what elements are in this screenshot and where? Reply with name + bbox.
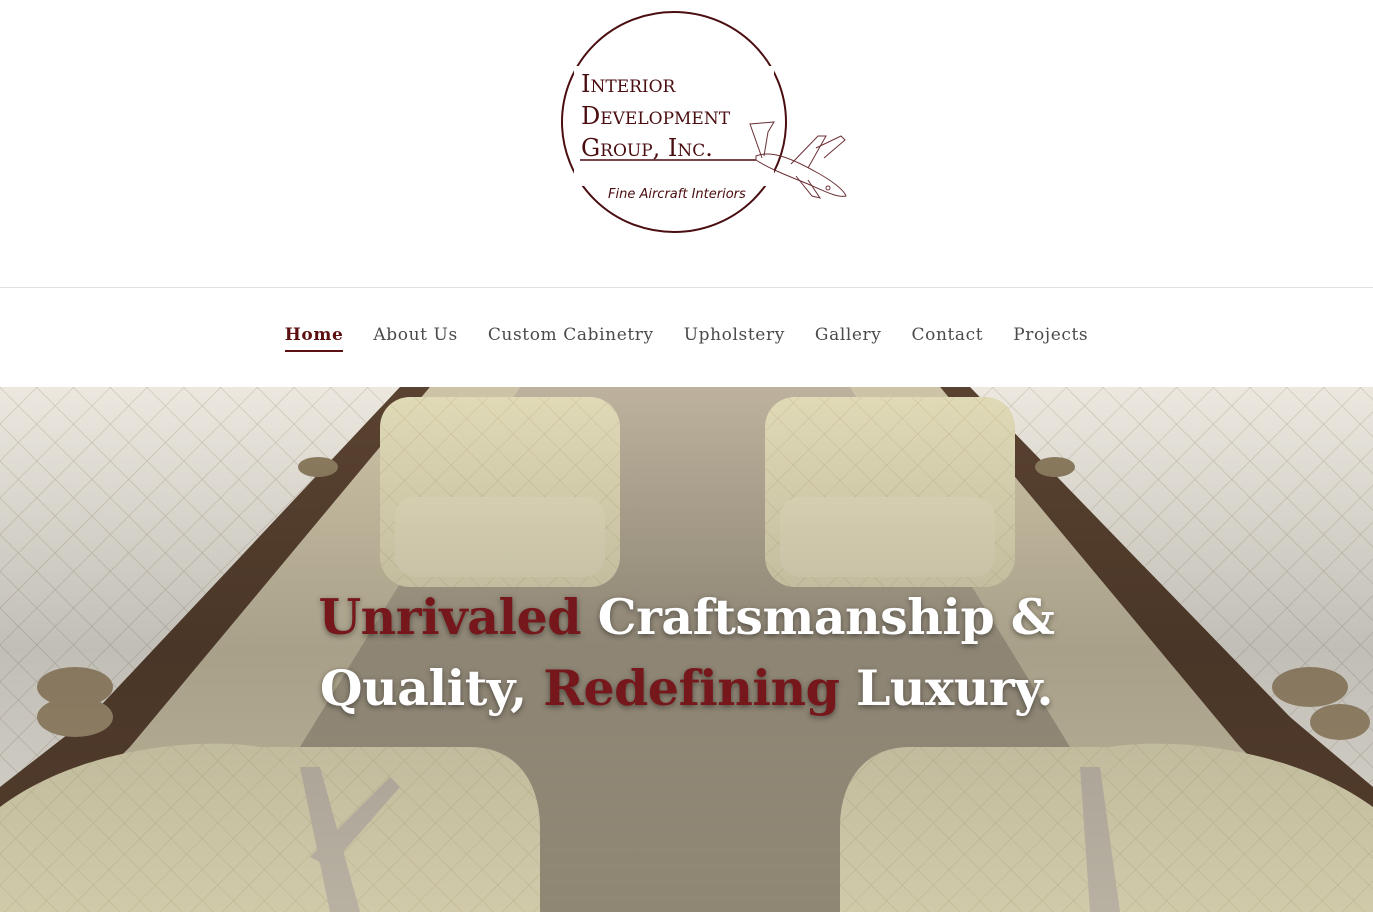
nav-about-us[interactable]: About Us [373, 325, 457, 350]
nav-home[interactable]: Home [284, 325, 344, 352]
nav-upholstery[interactable]: Upholstery [684, 325, 785, 350]
headline-accent-2: Redefining [543, 659, 840, 717]
headline-text-1: Craftsmanship & [581, 588, 1055, 646]
headline-accent-1: Unrivaled [318, 588, 582, 646]
company-logo[interactable]: Interior Development Group, Inc. Fine Ai… [556, 8, 856, 240]
logo-tagline: Fine Aircraft Interiors [608, 187, 746, 202]
logo-line-3: Group, Inc. [581, 134, 713, 162]
logo-line-2: Development [581, 102, 731, 130]
hero-section: Unrivaled Craftsmanship & Quality, Redef… [0, 387, 1373, 912]
nav-projects[interactable]: Projects [1013, 325, 1088, 350]
hero-headline: Unrivaled Craftsmanship & Quality, Redef… [0, 582, 1373, 724]
nav-contact[interactable]: Contact [912, 325, 984, 350]
headline-text-2b: Luxury. [839, 659, 1054, 717]
headline-text-2a: Quality, [319, 659, 544, 717]
logo-line-1: Interior [581, 70, 677, 98]
nav-gallery[interactable]: Gallery [815, 325, 882, 350]
site-header: Interior Development Group, Inc. Fine Ai… [0, 0, 1373, 287]
main-nav: Home About Us Custom Cabinetry Upholster… [0, 288, 1373, 386]
nav-custom-cabinetry[interactable]: Custom Cabinetry [488, 325, 654, 350]
